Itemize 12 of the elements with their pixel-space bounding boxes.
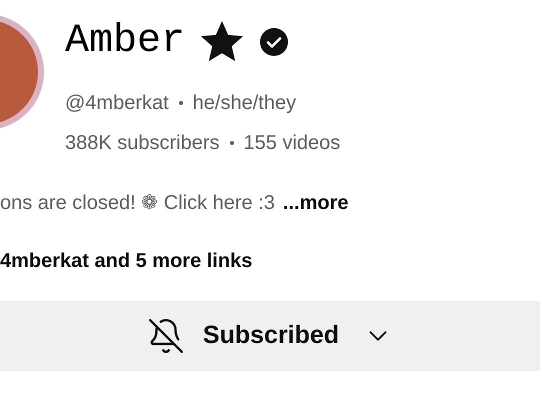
pronouns: he/she/they (192, 91, 296, 116)
subscriber-count: 388K subscribers (65, 131, 220, 156)
channel-handle: @4mberkat (65, 91, 169, 116)
more-link[interactable]: ...more (282, 188, 348, 218)
channel-links[interactable]: 4mberkat and 5 more links (0, 250, 252, 272)
channel-name: Amber (65, 22, 186, 62)
channel-description: ons are closed! ❁ Click here :3 (0, 191, 275, 216)
video-count: 155 videos (244, 131, 340, 156)
verified-check-icon (259, 27, 290, 57)
bell-off-icon (146, 317, 185, 355)
subscribed-button[interactable]: Subscribed (0, 301, 540, 371)
star-icon (199, 20, 246, 64)
